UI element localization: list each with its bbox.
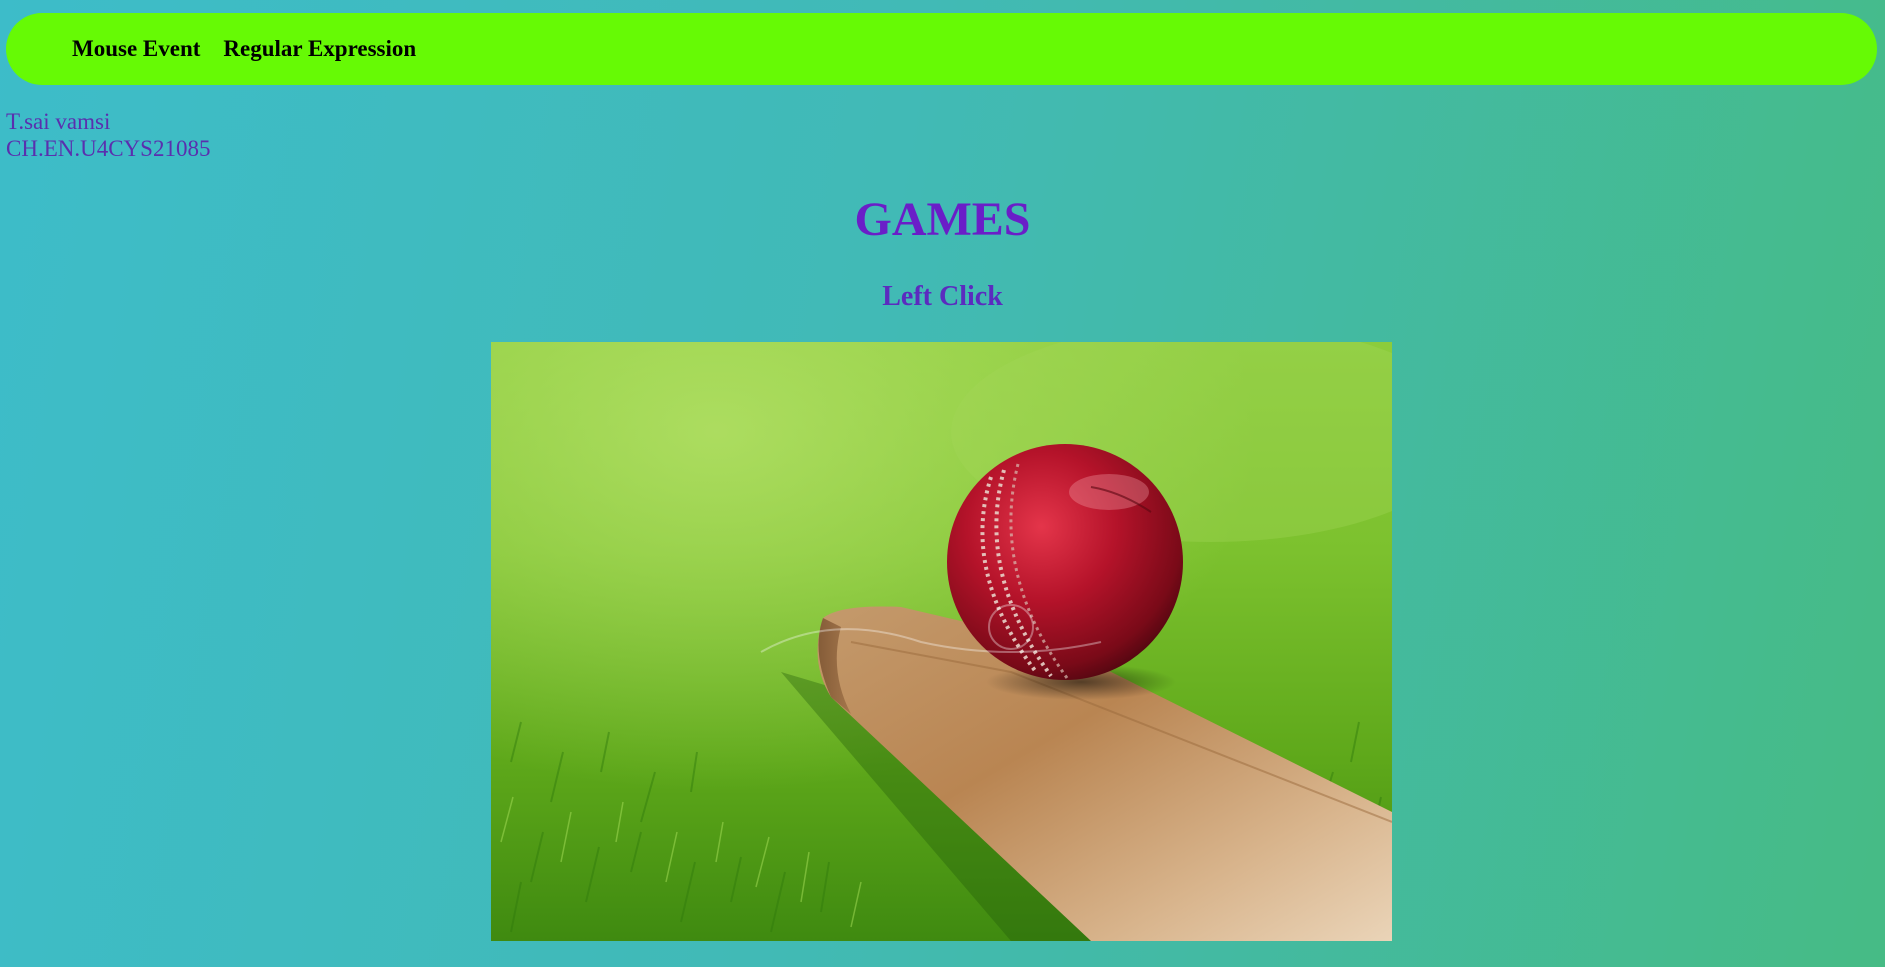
author-info: T.sai vamsi CH.EN.U4CYS21085 — [6, 108, 210, 162]
nav-link-mouse-event[interactable]: Mouse Event — [72, 36, 200, 62]
cricket-ball-image[interactable] — [491, 342, 1392, 941]
author-id: CH.EN.U4CYS21085 — [6, 136, 211, 161]
author-name: T.sai vamsi — [6, 109, 111, 134]
nav-link-regular-expression[interactable]: Regular Expression — [223, 36, 416, 62]
page-title: GAMES — [854, 193, 1031, 246]
navbar: Mouse Event Regular Expression — [6, 13, 1877, 85]
left-click-label: Left Click — [882, 281, 1003, 312]
